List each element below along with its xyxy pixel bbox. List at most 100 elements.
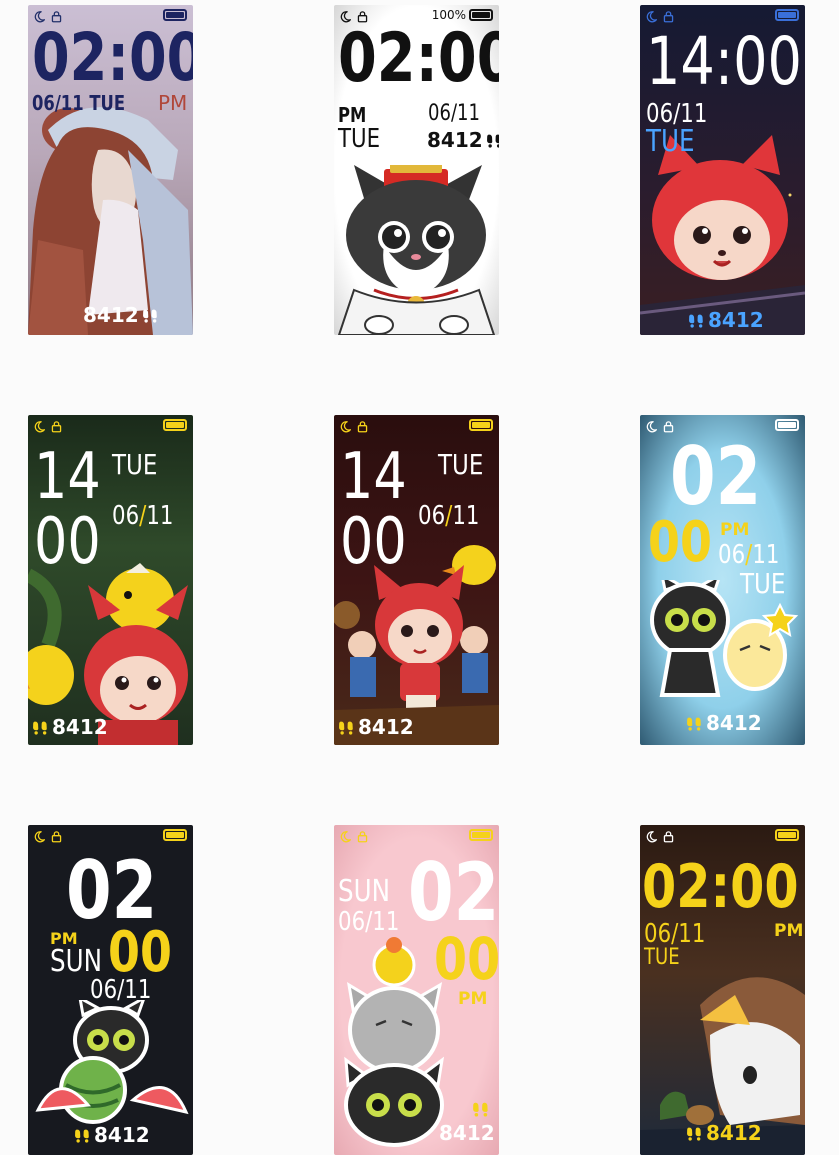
fox-illustration (640, 135, 805, 335)
step-count: 8412 (708, 308, 764, 332)
step-count: 8412 (83, 303, 139, 327)
date-display: 06/11 (90, 975, 152, 1005)
footsteps-icon (338, 719, 355, 736)
lock-icon (356, 420, 369, 433)
step-counter: 8412 (427, 130, 499, 150)
minute-display: 00 (108, 920, 172, 985)
moon-icon (33, 420, 46, 433)
battery-icon (775, 829, 799, 841)
lock-icon (50, 420, 63, 433)
minute-display: 00 (34, 505, 101, 579)
status-icons (645, 828, 675, 844)
footsteps-icon (32, 719, 49, 736)
watch-face-night-bird[interactable]: 02:00 06/11 PM TUE 8412 (640, 825, 805, 1155)
watch-face-fox-night[interactable]: 14:00 06/11 TUE 8412 (640, 5, 805, 335)
watch-face-pink[interactable]: SUN 02 06/11 00 PM 8412 (334, 825, 499, 1155)
date-display: 06/11 (112, 501, 174, 531)
hour-display: 02 (670, 430, 762, 523)
minute-display: 00 (434, 925, 499, 993)
ampm-label: PM (338, 103, 367, 127)
moon-icon (339, 830, 352, 843)
battery-icon (163, 829, 187, 841)
step-counter: 8412 (439, 1123, 495, 1143)
day-label: SUN (338, 874, 391, 909)
minute-display: 00 (648, 510, 712, 575)
lock-icon (50, 830, 63, 843)
status-icons (339, 828, 369, 844)
cat-illustration (337, 165, 496, 335)
step-count: 8412 (439, 1121, 495, 1145)
battery-icon (775, 419, 799, 431)
watch-face-fox-stage[interactable]: 14 00 TUE 06/11 8412 (334, 415, 499, 745)
date-display: 06/11 (644, 919, 706, 949)
watch-face-dark-melon[interactable]: 02 PM SUN 00 06/11 8412 (28, 825, 193, 1155)
watch-face-blue-cat[interactable]: 02 00 PM 06/11 TUE 8412 (640, 415, 805, 745)
step-count: 8412 (706, 711, 762, 735)
date-display: 06/11 (418, 501, 480, 531)
step-counter: 8412 (686, 1123, 762, 1143)
step-count: 8412 (427, 128, 483, 152)
status-icons (339, 418, 369, 434)
day-label: TUE (338, 124, 381, 154)
status-icons (33, 828, 63, 844)
minute-display: 00 (340, 505, 407, 579)
girl-illustration (28, 107, 193, 335)
time-display: 02:00 (32, 19, 193, 96)
status-icons (645, 8, 675, 24)
hour-display: 14 (34, 440, 101, 514)
step-counter: 8412 (74, 1125, 150, 1145)
footsteps-icon (486, 132, 499, 149)
step-count: 8412 (706, 1121, 762, 1145)
day-label: TUE (644, 945, 680, 970)
moon-icon (645, 830, 658, 843)
battery-icon (163, 419, 187, 431)
black-cat-chick-illustration (650, 580, 799, 697)
time-display: 02:00 (642, 852, 799, 922)
time-display: 02:00 (338, 19, 499, 98)
date-display: 06/11 (428, 101, 480, 126)
date-display: 06/11 (718, 540, 780, 570)
date-display: 06/11 TUE (32, 91, 126, 115)
lock-icon (662, 10, 675, 23)
day-label: TUE (112, 448, 158, 481)
step-count: 8412 (94, 1123, 150, 1147)
day-label: TUE (646, 124, 695, 159)
moon-icon (339, 420, 352, 433)
cat-watermelon-illustration (35, 1000, 189, 1124)
step-counter: 8412 (688, 310, 764, 330)
footsteps-icon (686, 715, 703, 732)
step-count: 8412 (358, 715, 414, 739)
ampm-label: PM (774, 921, 804, 941)
watch-face-cat[interactable]: 100% 02:00 PM TUE 06/11 8412 (334, 5, 499, 335)
step-count: 8412 (52, 715, 108, 739)
footsteps-icon (688, 312, 705, 329)
battery-icon (469, 419, 493, 431)
day-label: TUE (740, 567, 786, 600)
step-counter: 8412 (338, 717, 414, 737)
hour-display: 02 (408, 846, 499, 939)
hour-display: 02 (66, 844, 158, 937)
step-counter: 8412 (83, 305, 159, 325)
lock-icon (662, 830, 675, 843)
moon-icon (645, 420, 658, 433)
watch-face-girl[interactable]: 02:00 06/11 TUE PM 8412 (28, 5, 193, 335)
hour-display: 14 (340, 440, 407, 514)
status-icons (33, 418, 63, 434)
moon-icon (645, 10, 658, 23)
footsteps-icon (142, 307, 159, 324)
ampm-label: PM (458, 989, 488, 1009)
battery-icon (775, 9, 799, 21)
ampm-label: PM (158, 91, 188, 115)
time-display: 14:00 (646, 23, 802, 100)
footsteps-icon (472, 1100, 490, 1118)
moon-icon (33, 830, 46, 843)
watch-face-fox-chick[interactable]: 14 00 TUE 06/11 8412 (28, 415, 193, 745)
step-counter: 8412 (686, 713, 762, 733)
lock-icon (356, 830, 369, 843)
step-counter: 8412 (32, 717, 108, 737)
day-label: TUE (438, 448, 484, 481)
day-label: SUN (50, 944, 103, 979)
footsteps-icon (686, 1125, 703, 1142)
battery-icon (469, 829, 493, 841)
ampm-label: PM (720, 520, 750, 540)
